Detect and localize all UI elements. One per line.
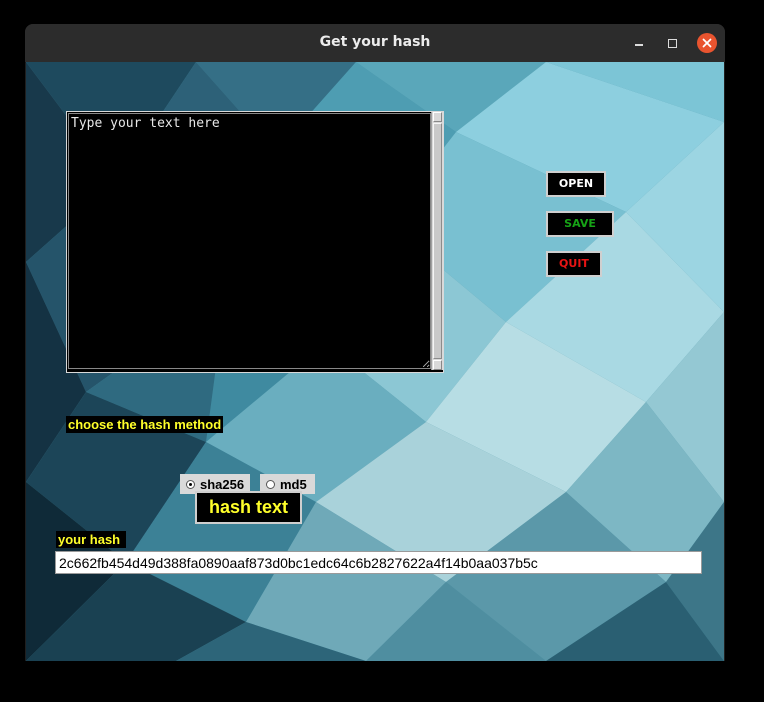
app-window: Get your hash Type your text here OPEN S… — [25, 24, 725, 661]
hash-text-button[interactable]: hash text — [195, 491, 302, 524]
your-hash-label: your hash — [56, 531, 127, 548]
vertical-scrollbar[interactable] — [431, 112, 443, 370]
hash-method-label: choose the hash method — [66, 416, 224, 433]
window-title: Get your hash — [319, 34, 431, 50]
minimize-icon — [635, 44, 643, 46]
quit-button[interactable]: QUIT — [546, 251, 602, 277]
save-button[interactable]: SAVE — [546, 211, 614, 237]
close-icon — [702, 38, 712, 48]
scrollbar-thumb[interactable] — [433, 123, 442, 359]
radio-selected-icon — [186, 479, 195, 489]
radio-md5-label: md5 — [280, 476, 307, 492]
minimize-button[interactable] — [629, 33, 649, 53]
title-bar[interactable]: Get your hash — [25, 24, 725, 63]
close-button[interactable] — [697, 33, 717, 53]
maximize-icon — [667, 38, 677, 48]
maximize-button[interactable] — [662, 33, 682, 53]
text-input[interactable]: Type your text here — [68, 113, 431, 369]
radio-unselected-icon — [266, 479, 275, 489]
text-editor-frame: Type your text here — [66, 111, 444, 373]
scroll-up-arrow-icon[interactable] — [433, 112, 442, 122]
radio-sha256-label: sha256 — [200, 476, 245, 492]
hash-output-field[interactable] — [55, 551, 702, 574]
open-button[interactable]: OPEN — [546, 171, 606, 197]
main-panel: Type your text here OPEN SAVE QUIT choos… — [26, 62, 724, 661]
scroll-down-arrow-icon[interactable] — [433, 360, 442, 370]
